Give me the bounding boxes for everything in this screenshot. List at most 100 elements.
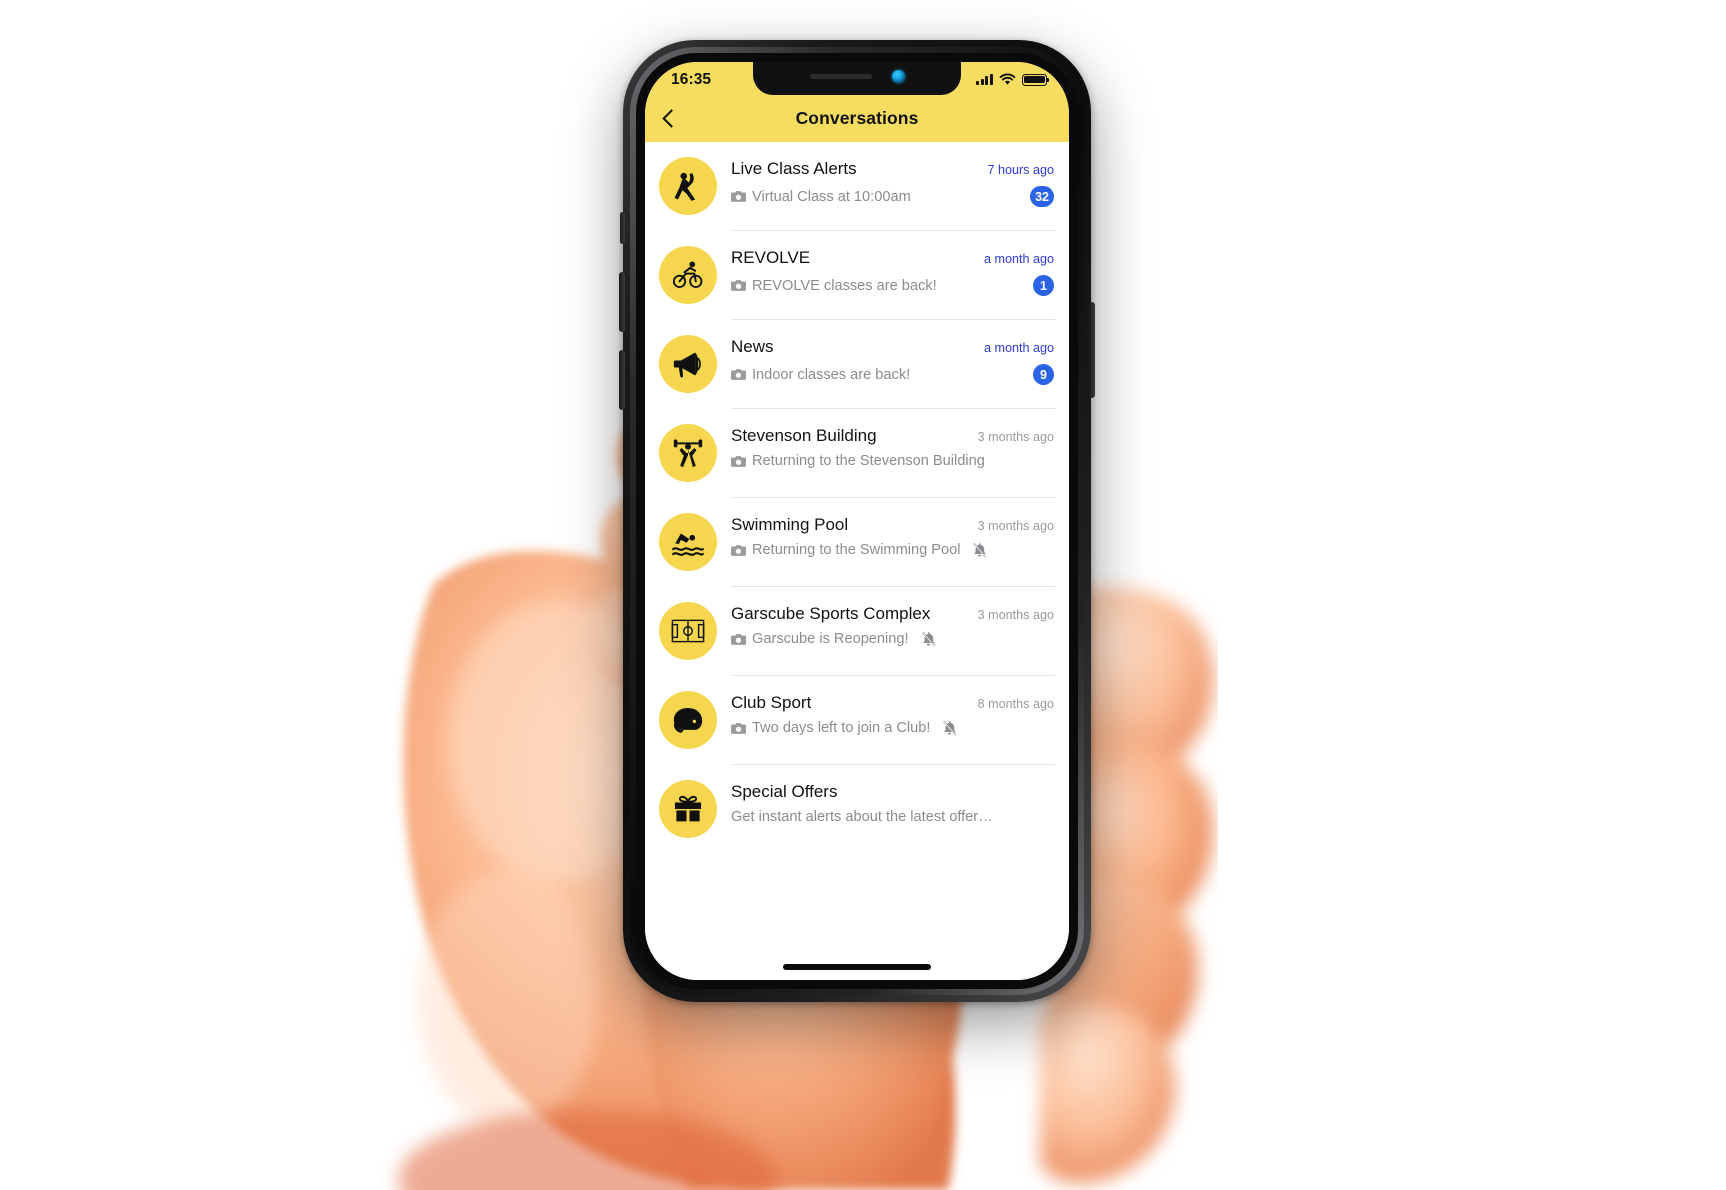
unread-badge: 9 <box>1033 364 1054 385</box>
conversation-snippet-text: Indoor classes are back! <box>752 366 911 383</box>
conversation-snippet: Indoor classes are back! <box>731 367 910 383</box>
conversation-timestamp: 3 months ago <box>977 608 1054 622</box>
list-item-body: REVOLVE a month ago REVOLVE classes are … <box>731 231 1055 296</box>
megaphone-icon <box>673 352 701 378</box>
list-item[interactable]: Garscube Sports Complex 3 months ago Gar… <box>645 587 1069 676</box>
conversation-timestamp: 8 months ago <box>977 697 1054 711</box>
avatar <box>659 335 717 393</box>
list-item[interactable]: News a month ago Indoor classes are back… <box>645 320 1069 409</box>
bell-muted-icon <box>943 720 957 736</box>
bell-muted-icon <box>921 631 935 647</box>
conversation-snippet: Get instant alerts about the latest offe… <box>731 809 993 825</box>
conversation-snippet-text: Returning to the Swimming Pool <box>752 542 961 558</box>
list-item[interactable]: REVOLVE a month ago REVOLVE classes are … <box>645 231 1069 320</box>
front-camera-icon <box>891 70 905 83</box>
gift-icon <box>674 795 702 822</box>
list-item-header: Club Sport 8 months ago <box>731 693 1055 713</box>
list-item-body: Swimming Pool 3 months ago Returning to … <box>731 498 1055 558</box>
list-item-body: News a month ago Indoor classes are back… <box>731 320 1055 385</box>
power-button[interactable] <box>1089 302 1095 398</box>
battery-full-icon <box>1022 73 1050 86</box>
avatar <box>659 513 717 571</box>
conversation-snippet: Virtual Class at 10:00am <box>731 189 911 205</box>
list-item-subtitle-row: Get instant alerts about the latest offe… <box>731 809 1055 825</box>
volume-up-button[interactable] <box>619 272 625 332</box>
avatar <box>659 246 717 304</box>
swimmer-icon <box>672 533 704 556</box>
cyclist-icon <box>672 261 703 288</box>
list-item-body: Stevenson Building 3 months ago Returnin… <box>731 409 1055 469</box>
wifi-icon <box>999 73 1016 85</box>
unread-badge: 1 <box>1033 275 1054 296</box>
conversation-list[interactable]: Live Class Alerts 7 hours ago Virtual Cl… <box>645 142 1069 980</box>
conversation-snippet: Garscube is Reopening! <box>731 631 936 647</box>
camera-icon <box>731 455 746 467</box>
list-item-body: Club Sport 8 months ago Two days left to… <box>731 676 1055 736</box>
camera-icon <box>731 369 746 380</box>
volume-down-button[interactable] <box>619 350 625 410</box>
conversation-title: Live Class Alerts <box>731 159 857 178</box>
conversation-snippet-text: Two days left to join a Club! <box>752 720 931 736</box>
list-item[interactable]: Live Class Alerts 7 hours ago Virtual Cl… <box>645 142 1069 231</box>
avatar <box>659 691 717 749</box>
mute-switch-button[interactable] <box>620 212 625 244</box>
conversation-title: Stevenson Building <box>731 426 877 445</box>
conversation-snippet: Returning to the Swimming Pool <box>731 542 987 558</box>
conversation-title: REVOLVE <box>731 248 811 267</box>
camera-icon <box>731 280 746 291</box>
list-item[interactable]: Club Sport 8 months ago Two days left to… <box>645 676 1069 765</box>
football-helmet-icon <box>673 707 703 733</box>
conversation-title: News <box>731 337 774 356</box>
home-indicator[interactable] <box>783 964 931 970</box>
avatar <box>659 424 717 482</box>
weightlifter-icon <box>673 439 703 468</box>
status-bar-time: 16:35 <box>671 70 712 88</box>
list-item-header: News a month ago <box>731 337 1055 357</box>
conversation-title: Special Offers <box>731 782 838 801</box>
list-item-subtitle-row: Returning to the Swimming Pool <box>731 542 1055 558</box>
conversation-snippet: REVOLVE classes are back! <box>731 278 937 294</box>
conversation-title: Club Sport <box>731 693 812 712</box>
conversation-title: Swimming Pool <box>731 515 849 534</box>
list-item-body: Garscube Sports Complex 3 months ago Gar… <box>731 587 1055 647</box>
list-item[interactable]: Special Offers Get instant alerts about … <box>645 765 1069 854</box>
notch <box>753 62 961 95</box>
navigation-bar: Conversations <box>645 95 1069 142</box>
avatar <box>659 602 717 660</box>
conversation-snippet-text: Get instant alerts about the latest offe… <box>731 809 993 825</box>
camera-icon <box>731 191 746 202</box>
avatar <box>659 157 717 215</box>
conversation-title: Garscube Sports Complex <box>731 604 931 623</box>
list-item-header: REVOLVE a month ago <box>731 248 1055 268</box>
earpiece-speaker-icon <box>809 74 872 79</box>
scene-background: 16:35 Conversations Live Class Alerts 7 … <box>0 0 1726 1190</box>
conversation-snippet-text: Returning to the Stevenson Building <box>752 453 985 469</box>
list-item-subtitle-row: Indoor classes are back! 9 <box>731 364 1055 385</box>
cellular-signal-icon <box>976 74 993 85</box>
phone-screen: 16:35 Conversations Live Class Alerts 7 … <box>645 62 1069 980</box>
list-item[interactable]: Swimming Pool 3 months ago Returning to … <box>645 498 1069 587</box>
list-item-header: Stevenson Building 3 months ago <box>731 426 1055 446</box>
list-item-header: Garscube Sports Complex 3 months ago <box>731 604 1055 624</box>
phone-device: 16:35 Conversations Live Class Alerts 7 … <box>619 40 1095 1002</box>
list-item-subtitle-row: Virtual Class at 10:00am 32 <box>731 186 1055 207</box>
conversation-snippet: Returning to the Stevenson Building <box>731 453 985 469</box>
conversation-snippet: Two days left to join a Club! <box>731 720 957 736</box>
conversation-snippet-text: Virtual Class at 10:00am <box>752 188 911 205</box>
list-item-subtitle-row: Returning to the Stevenson Building <box>731 453 1055 469</box>
bell-muted-icon <box>973 542 987 558</box>
conversation-timestamp: a month ago <box>983 252 1054 266</box>
list-item-header: Special Offers <box>731 782 1055 802</box>
camera-icon <box>731 544 746 556</box>
list-item[interactable]: Stevenson Building 3 months ago Returnin… <box>645 409 1069 498</box>
camera-icon <box>731 633 746 645</box>
conversation-timestamp: 3 months ago <box>977 430 1054 444</box>
conversation-snippet-text: REVOLVE classes are back! <box>752 277 937 294</box>
sports-pitch-icon <box>671 619 705 643</box>
list-item-subtitle-row: Garscube is Reopening! <box>731 631 1055 647</box>
list-item-body: Special Offers Get instant alerts about … <box>731 765 1055 825</box>
conversation-snippet-text: Garscube is Reopening! <box>752 631 909 647</box>
list-item-body: Live Class Alerts 7 hours ago Virtual Cl… <box>731 142 1055 207</box>
conversation-timestamp: 7 hours ago <box>987 163 1054 177</box>
list-item-subtitle-row: REVOLVE classes are back! 1 <box>731 275 1055 296</box>
